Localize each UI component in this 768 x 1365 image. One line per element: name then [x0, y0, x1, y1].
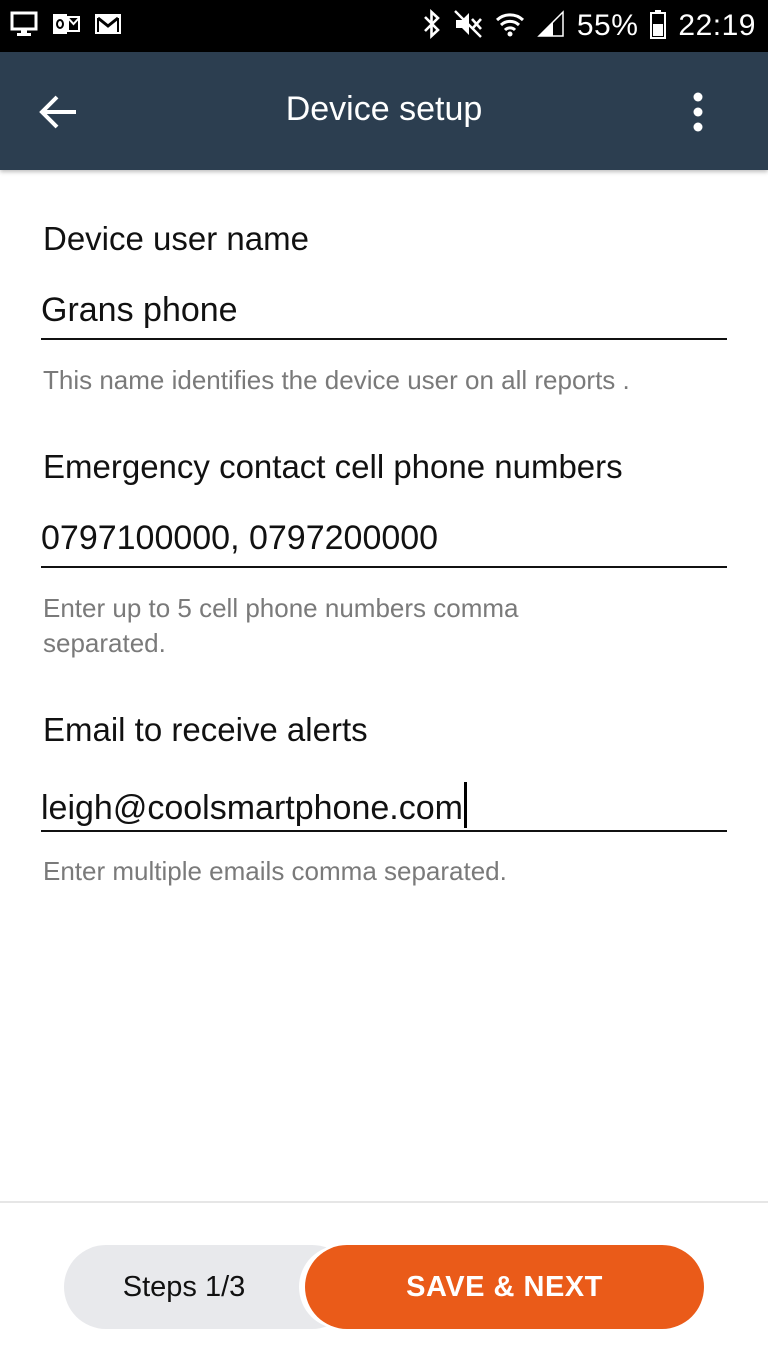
- user-name-hint: This name identifies the device user on …: [43, 365, 630, 395]
- system-icons: 55% 22:19: [423, 6, 756, 46]
- status-bar: 55% 22:19: [0, 0, 768, 52]
- display-icon: [10, 11, 38, 42]
- user-name-label: Device user name: [43, 220, 309, 257]
- device-setup-screen: 55% 22:19 Device setup Device user name …: [0, 0, 768, 1365]
- wifi-icon: [495, 9, 525, 44]
- overflow-menu-button[interactable]: [678, 88, 718, 140]
- emergency-contacts-label: Emergency contact cell phone numbers: [43, 448, 623, 485]
- email-hint: Enter multiple emails comma separated.: [43, 856, 507, 886]
- gmail-icon: [94, 12, 122, 41]
- page-title: Device setup: [285, 90, 483, 128]
- steps-label: Steps 1/3: [122, 1271, 246, 1303]
- mute-icon: [453, 9, 483, 44]
- signal-icon: [537, 9, 565, 43]
- battery-percent: 55%: [576, 9, 639, 42]
- outlook-icon: [52, 11, 80, 42]
- emergency-contacts-input[interactable]: 0797100000, 0797200000: [41, 519, 727, 558]
- user-name-input[interactable]: Grans phone: [41, 291, 727, 330]
- email-underline: [41, 830, 727, 832]
- more-vertical-icon: [678, 92, 718, 144]
- clock: 22:19: [678, 9, 756, 42]
- bluetooth-icon: [423, 8, 441, 44]
- emergency-contacts-underline: [41, 566, 727, 568]
- notification-icons: [10, 10, 122, 42]
- arrow-left-icon: [30, 95, 86, 144]
- email-value: leigh@coolsmartphone.com: [41, 789, 463, 827]
- user-name-underline: [41, 338, 727, 340]
- footer-divider: [0, 1201, 768, 1203]
- email-input[interactable]: leigh@coolsmartphone.com: [41, 782, 727, 828]
- app-bar: Device setup: [0, 52, 768, 170]
- battery-icon: [650, 9, 667, 44]
- email-label: Email to receive alerts: [43, 711, 368, 748]
- save-next-button[interactable]: SAVE & NEXT: [305, 1245, 704, 1329]
- emergency-contacts-hint: Enter up to 5 cell phone numbers comma s…: [43, 593, 519, 658]
- text-cursor: [463, 782, 467, 828]
